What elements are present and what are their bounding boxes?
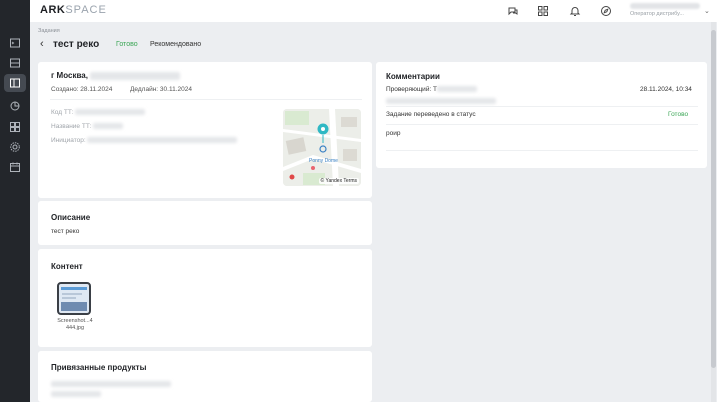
sidebar	[0, 0, 30, 402]
location-map[interactable]: Ponny Dome © Yandex Terms	[283, 109, 361, 186]
comment-timestamp: 28.11.2024, 10:34	[640, 86, 692, 93]
description-card: Описание тест реко	[38, 201, 372, 245]
page-title: тест реко	[53, 39, 100, 50]
comments-title: Комментарии	[386, 72, 440, 81]
terminal-icon[interactable]	[7, 36, 23, 50]
content-title: Контент	[51, 262, 83, 271]
scrollbar-thumb[interactable]	[711, 30, 716, 368]
user-role: Оператор дистрибу...	[630, 11, 684, 17]
map-poi-label: Ponny Dome	[309, 158, 338, 164]
status-change-text: Задание переведено в статус	[386, 111, 476, 118]
divider	[386, 150, 698, 151]
chevron-down-icon[interactable]: ⌄	[704, 7, 710, 15]
back-arrow-icon[interactable]: ‹	[40, 38, 44, 50]
description-title: Описание	[51, 213, 91, 222]
database-icon[interactable]	[7, 56, 23, 70]
attachment-filename-line2[interactable]: 444.jpg	[50, 325, 100, 331]
comment-text: роир	[386, 130, 401, 137]
attachment-thumbnail[interactable]	[57, 282, 91, 315]
task-address: г Москва,	[51, 71, 181, 80]
tasks-icon[interactable]	[4, 74, 26, 92]
divider	[386, 106, 698, 107]
reviewer-details	[386, 98, 496, 104]
app-logo[interactable]: ARKSPACE	[40, 4, 107, 16]
field-label-initiator: Инициатор:	[51, 137, 238, 144]
linked-products-title: Привязанные продукты	[51, 363, 147, 372]
linked-products-card: Привязанные продукты	[38, 351, 372, 402]
divider	[386, 124, 698, 125]
settings-icon[interactable]	[7, 140, 23, 154]
bell-icon[interactable]	[569, 5, 581, 17]
chat-icon[interactable]	[507, 5, 519, 17]
compass-icon[interactable]	[600, 5, 612, 17]
map-attribution[interactable]: © Yandex Terms	[318, 178, 359, 184]
user-name[interactable]	[630, 3, 700, 9]
top-header: ARKSPACE Оператор дистрибу... ⌄	[30, 0, 717, 22]
description-text: тест реко	[51, 228, 80, 235]
status-value: Готово	[668, 111, 689, 118]
users-icon[interactable]	[7, 120, 23, 134]
field-label-tt-name: Название ТТ:	[51, 123, 124, 130]
field-label-tt-code: Код ТТ:	[51, 109, 146, 116]
product-item[interactable]	[51, 381, 171, 387]
apps-grid-icon[interactable]	[537, 5, 549, 17]
attachment-filename-line1[interactable]: Screenshot...4	[50, 318, 100, 324]
analytics-icon[interactable]	[7, 99, 23, 113]
tab-ready[interactable]: Готово	[116, 41, 138, 48]
created-date: Создано: 28.11.2024	[51, 86, 113, 93]
divider	[50, 99, 362, 100]
comments-card: Комментарии Проверяющий: Т 28.11.2024, 1…	[376, 62, 707, 168]
breadcrumb[interactable]: Задания	[38, 28, 60, 34]
deadline-date: Дедлайн: 30.11.2024	[130, 86, 192, 93]
product-item[interactable]	[51, 391, 101, 397]
comment-reviewer: Проверяющий: Т	[386, 86, 478, 93]
tab-recommended[interactable]: Рекомендовано	[150, 41, 201, 48]
calendar-icon[interactable]	[7, 160, 23, 174]
